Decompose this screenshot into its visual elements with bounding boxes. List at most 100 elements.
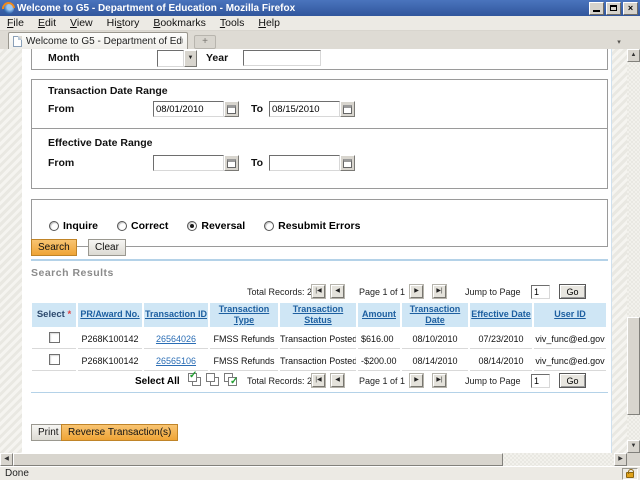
header-user-id[interactable]: User ID	[534, 303, 606, 327]
next-page-button[interactable]: ▶	[410, 285, 423, 298]
edr-to-label: To	[251, 157, 263, 169]
page-content: Month ▼ Year Transaction Date Range From…	[22, 49, 612, 453]
effective-date-cell: 08/14/2010	[470, 351, 532, 371]
radio-reversal[interactable]: Reversal	[187, 220, 245, 232]
prev-page-button[interactable]: ◀	[331, 285, 344, 298]
radio-icon-selected[interactable]	[187, 221, 197, 231]
header-transaction-id[interactable]: Transaction ID	[144, 303, 208, 327]
tdr-from-input[interactable]	[153, 101, 224, 117]
transaction-id-cell: 26564026	[144, 329, 208, 349]
clear-button[interactable]: Clear	[88, 239, 126, 256]
vertical-scrollbar[interactable]: ▲ ▼	[627, 49, 640, 453]
edr-from-input[interactable]	[153, 155, 224, 171]
page-icon	[13, 36, 22, 47]
total-records: Total Records: 2	[247, 287, 312, 297]
mode-radio-group: Inquire Correct Reversal Resubmit Errors	[49, 220, 360, 232]
tdr-to-label: To	[251, 103, 263, 115]
header-pr-award[interactable]: PR/Award No.	[78, 303, 142, 327]
radio-icon[interactable]	[264, 221, 274, 231]
menu-item-bookmarks[interactable]: Bookmarks	[146, 16, 213, 30]
security-panel[interactable]	[622, 468, 638, 480]
edr-to-input[interactable]	[269, 155, 340, 171]
calendar-button[interactable]	[340, 155, 355, 171]
transaction-id-link[interactable]: 26565106	[156, 356, 196, 366]
restore-button[interactable]	[606, 2, 621, 15]
header-effective-date[interactable]: Effective Date	[470, 303, 532, 327]
transaction-status-cell: Transaction Posted	[280, 329, 356, 349]
pagination-top: Total Records: 2 |◀ ◀ Page 1 of 1 ▶ ▶| J…	[22, 284, 608, 301]
menu-item-file[interactable]: File	[0, 16, 31, 30]
browser-viewport: Month ▼ Year Transaction Date Range From…	[0, 49, 640, 453]
radio-correct[interactable]: Correct	[117, 220, 168, 232]
menu-bar: File Edit View History Bookmarks Tools H…	[0, 16, 640, 31]
prev-page-button[interactable]: ◀	[331, 374, 344, 387]
last-page-button[interactable]: ▶|	[433, 374, 446, 387]
header-amount[interactable]: Amount	[358, 303, 400, 327]
transaction-type-cell: FMSS Refunds	[210, 329, 278, 349]
header-transaction-date[interactable]: Transaction Date	[402, 303, 468, 327]
dropdown-icon[interactable]: ▼	[184, 50, 197, 67]
calendar-icon	[227, 105, 236, 114]
active-tab[interactable]: Welcome to G5 - Department of Edu...	[8, 32, 188, 49]
last-page-button[interactable]: ▶|	[433, 285, 446, 298]
go-button[interactable]: Go	[559, 373, 586, 388]
lock-icon	[626, 472, 634, 478]
jump-to-page-input[interactable]	[531, 285, 550, 299]
scroll-down-button[interactable]: ▼	[627, 440, 640, 453]
tdr-to-input[interactable]	[269, 101, 340, 117]
tdr-from-label: From	[48, 103, 74, 115]
scroll-left-button[interactable]: ◀	[0, 453, 13, 466]
header-transaction-type[interactable]: Transaction Type	[210, 303, 278, 327]
effective-date-range-fieldset: Effective Date Range From To	[31, 128, 608, 189]
calendar-icon	[343, 159, 352, 168]
calendar-button[interactable]	[224, 101, 239, 117]
search-button[interactable]: Search	[31, 239, 77, 256]
minimize-button[interactable]	[589, 2, 604, 15]
pagination-bottom: Total Records: 2 |◀ ◀ Page 1 of 1 ▶ ▶| J…	[22, 373, 608, 390]
tab-list-button[interactable]: ▾	[611, 37, 627, 48]
calendar-icon	[343, 105, 352, 114]
transaction-date-cell: 08/10/2010	[402, 329, 468, 349]
close-button[interactable]: ×	[623, 2, 638, 15]
scroll-right-button[interactable]: ▶	[614, 453, 627, 466]
menu-item-help[interactable]: Help	[251, 16, 287, 30]
go-button[interactable]: Go	[559, 284, 586, 299]
amount-cell: -$200.00	[358, 351, 400, 371]
next-page-button[interactable]: ▶	[410, 374, 423, 387]
jump-to-page-label: Jump to Page	[465, 287, 521, 297]
first-page-button[interactable]: |◀	[312, 374, 325, 387]
reverse-transactions-button[interactable]: Reverse Transaction(s)	[61, 424, 178, 441]
header-transaction-status[interactable]: Transaction Status	[280, 303, 356, 327]
radio-icon[interactable]	[117, 221, 127, 231]
year-label: Year	[206, 52, 228, 64]
search-results-title: Search Results	[31, 267, 114, 279]
window-titlebar: Welcome to G5 - Department of Education …	[0, 0, 640, 16]
month-select[interactable]: ▼	[157, 50, 197, 67]
effective-date-cell: 07/23/2010	[470, 329, 532, 349]
user-id-cell: viv_func@ed.gov	[534, 351, 606, 371]
menu-item-tools[interactable]: Tools	[213, 16, 252, 30]
row-checkbox[interactable]	[49, 332, 60, 343]
menu-item-edit[interactable]: Edit	[31, 16, 63, 30]
scroll-up-button[interactable]: ▲	[627, 49, 640, 62]
menu-item-view[interactable]: View	[63, 16, 100, 30]
calendar-button[interactable]	[340, 101, 355, 117]
transaction-id-link[interactable]: 26564026	[156, 334, 196, 344]
radio-inquire[interactable]: Inquire	[49, 220, 98, 232]
row-checkbox[interactable]	[49, 354, 60, 365]
radio-resubmit-errors[interactable]: Resubmit Errors	[264, 220, 360, 232]
year-input[interactable]	[243, 50, 321, 66]
menu-item-history[interactable]: History	[100, 16, 147, 30]
edr-to-field	[269, 155, 355, 171]
pr-award-cell: P268K100142	[78, 329, 142, 349]
radio-icon[interactable]	[49, 221, 59, 231]
horizontal-scroll-thumb[interactable]	[13, 453, 503, 466]
horizontal-scrollbar[interactable]: ◀ ▶	[0, 453, 627, 466]
calendar-button[interactable]	[224, 155, 239, 171]
jump-to-page-input[interactable]	[531, 374, 550, 388]
first-page-button[interactable]: |◀	[312, 285, 325, 298]
new-tab-button[interactable]: +	[194, 35, 216, 49]
status-text: Done	[0, 468, 622, 479]
vertical-scroll-thumb[interactable]	[627, 317, 640, 415]
amount-cell: $616.00	[358, 329, 400, 349]
